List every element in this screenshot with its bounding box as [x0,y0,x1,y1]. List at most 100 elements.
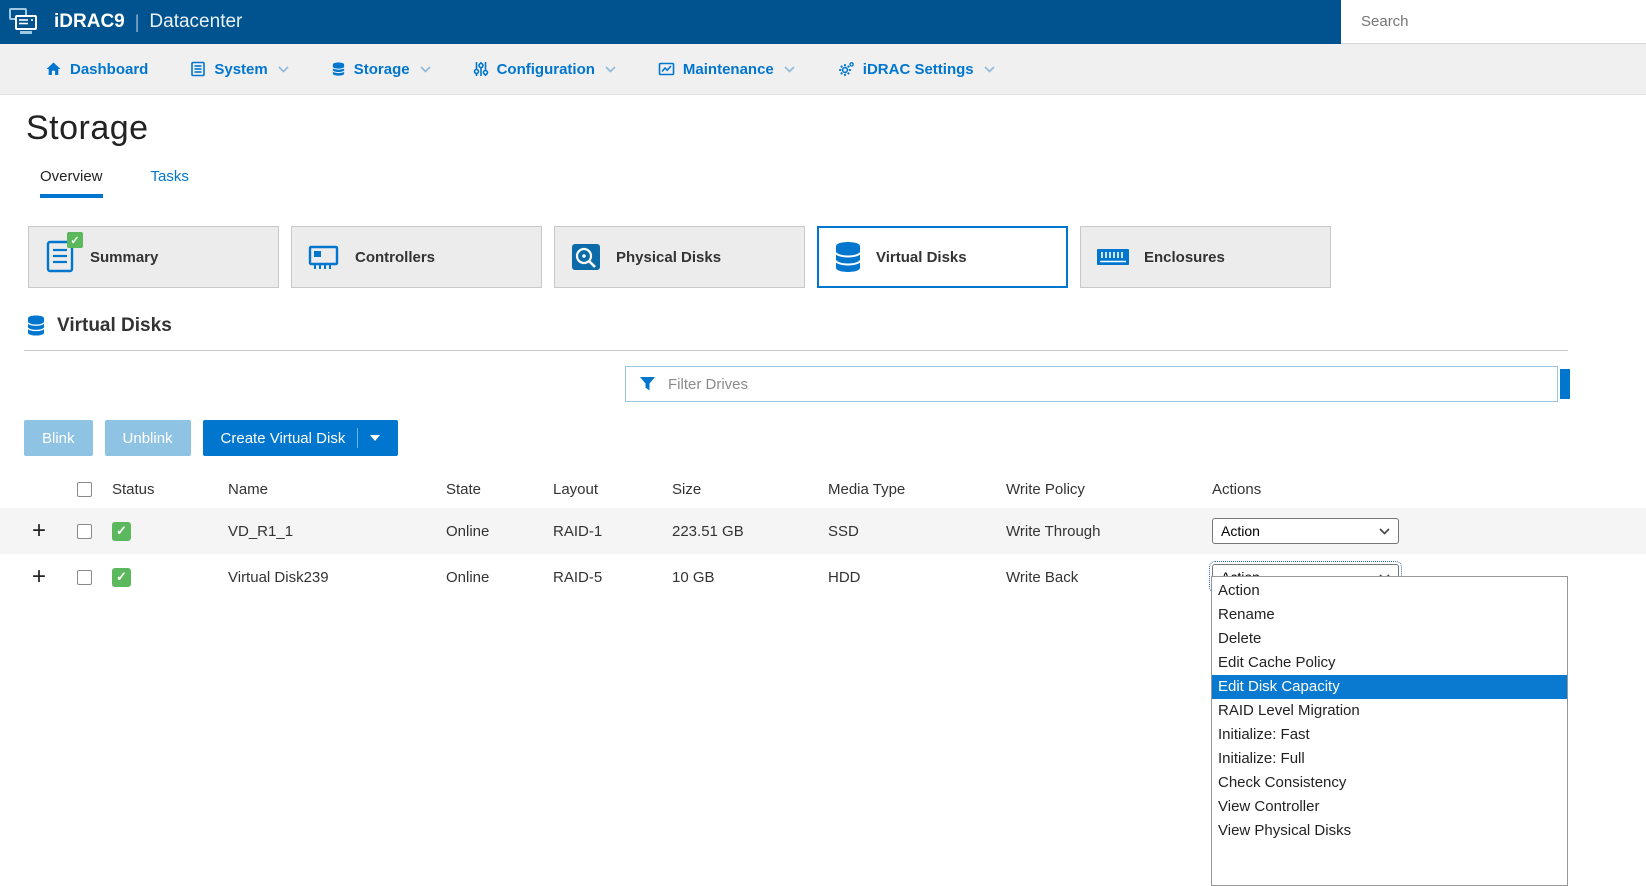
summary-healthy-badge: ✓ [67,232,83,248]
page-title: Storage [26,109,1646,148]
menu-item-check-consistency[interactable]: Check Consistency [1212,771,1567,795]
menu-item-initialize-full[interactable]: Initialize: Full [1212,747,1567,771]
controllers-icon [306,240,342,274]
cell-name: VD_R1_1 [228,523,446,540]
chevron-down-icon [370,435,380,441]
cell-layout: RAID-1 [553,523,672,540]
chevron-down-icon [278,66,289,73]
menu-item-raid-level-migration[interactable]: RAID Level Migration [1212,699,1567,723]
row-checkbox[interactable] [77,570,92,585]
cell-state: Online [446,523,553,540]
cell-layout: RAID-5 [553,569,672,586]
nav-label: Configuration [497,61,595,78]
cell-media-type: SSD [828,523,1006,540]
physical-disks-icon [569,240,603,274]
col-header-status: Status [112,481,228,498]
col-header-layout: Layout [553,481,672,498]
cell-name: Virtual Disk239 [228,569,446,586]
nav-maintenance[interactable]: Maintenance [637,61,816,78]
nav-label: Storage [354,61,410,78]
configuration-icon [473,61,489,77]
card-label: Virtual Disks [876,249,967,266]
chevron-down-icon [1379,528,1390,535]
card-enclosures[interactable]: Enclosures [1080,226,1331,288]
tab-overview[interactable]: Overview [40,168,103,198]
filter-funnel-icon [639,376,656,392]
blink-button[interactable]: Blink [24,420,93,456]
cell-media-type: HDD [828,569,1006,586]
nav-configuration[interactable]: Configuration [452,61,637,78]
menu-item-edit-cache-policy[interactable]: Edit Cache Policy [1212,651,1567,675]
status-ok-icon: ✓ [112,522,131,541]
card-physical-disks[interactable]: Physical Disks [554,226,805,288]
tab-strip: Overview Tasks [40,168,1646,198]
menu-item-delete[interactable]: Delete [1212,627,1567,651]
gear-icon [837,61,855,78]
create-virtual-disk-label: Create Virtual Disk [221,430,346,447]
storage-view-cards: ✓ Summary Controllers Physical Disks Vir… [28,226,1646,288]
chevron-down-icon [420,66,431,73]
create-virtual-disk-caret[interactable] [357,428,380,448]
table-header-row: Status Name State Layout Size Media Type… [0,470,1646,508]
card-label: Enclosures [1144,249,1225,266]
section-divider [24,350,1568,351]
col-header-write-policy: Write Policy [1006,481,1212,498]
nav-storage[interactable]: Storage [310,61,452,78]
col-header-name: Name [228,481,446,498]
menu-item-action[interactable]: Action [1212,579,1567,603]
cell-state: Online [446,569,553,586]
action-select-value: Action [1221,523,1260,539]
nav-label: iDRAC Settings [863,61,974,78]
card-label: Physical Disks [616,249,721,266]
main-nav: Dashboard System Storage Configuration M… [0,44,1646,95]
cell-size: 10 GB [672,569,828,586]
brand-separator: | [135,12,140,33]
menu-item-rename[interactable]: Rename [1212,603,1567,627]
advanced-filter-button[interactable] [1560,369,1570,399]
nav-system[interactable]: System [169,61,309,78]
status-ok-icon: ✓ [112,568,131,587]
storage-icon [331,61,346,77]
card-label: Controllers [355,249,435,266]
cell-size: 223.51 GB [672,523,828,540]
nav-idrac-settings[interactable]: iDRAC Settings [816,61,1016,78]
nav-dashboard[interactable]: Dashboard [24,61,169,78]
menu-item-edit-disk-capacity[interactable]: Edit Disk Capacity [1212,675,1567,699]
expand-row-icon[interactable]: + [32,563,46,590]
virtual-disks-icon [26,314,46,337]
enclosures-icon [1095,244,1131,270]
brand-name: iDRAC9 [54,11,125,33]
search-input[interactable] [1341,13,1646,30]
system-icon [190,61,206,77]
unblink-button[interactable]: Unblink [105,420,191,456]
cell-write-policy: Write Through [1006,523,1212,540]
menu-item-view-physical-disks[interactable]: View Physical Disks [1212,819,1567,843]
nav-label: Dashboard [70,61,148,78]
card-summary[interactable]: ✓ Summary [28,226,279,288]
expand-row-icon[interactable]: + [32,517,46,544]
action-select[interactable]: Action [1212,518,1399,544]
col-header-state: State [446,481,553,498]
section-header: Virtual Disks [26,314,1646,337]
create-virtual-disk-button[interactable]: Create Virtual Disk [203,420,399,456]
global-search [1341,0,1646,44]
tab-tasks[interactable]: Tasks [151,168,189,198]
row-checkbox[interactable] [77,524,92,539]
virtual-disks-icon [833,240,863,274]
select-all-checkbox[interactable] [77,482,92,497]
menu-item-view-controller[interactable]: View Controller [1212,795,1567,819]
cell-write-policy: Write Back [1006,569,1212,586]
col-header-actions: Actions [1212,481,1646,498]
filter-drives-input[interactable] [625,366,1558,402]
vd-toolbar: Blink Unblink Create Virtual Disk [24,420,1646,456]
top-bar: iDRAC9 | Datacenter [0,0,1646,44]
card-controllers[interactable]: Controllers [291,226,542,288]
nav-label: System [214,61,267,78]
chevron-down-icon [605,66,616,73]
action-dropdown-menu: Action Rename Delete Edit Cache Policy E… [1211,576,1568,886]
col-header-size: Size [672,481,828,498]
menu-item-initialize-fast[interactable]: Initialize: Fast [1212,723,1567,747]
col-header-media-type: Media Type [828,481,1006,498]
card-virtual-disks[interactable]: Virtual Disks [817,226,1068,288]
chevron-down-icon [784,66,795,73]
